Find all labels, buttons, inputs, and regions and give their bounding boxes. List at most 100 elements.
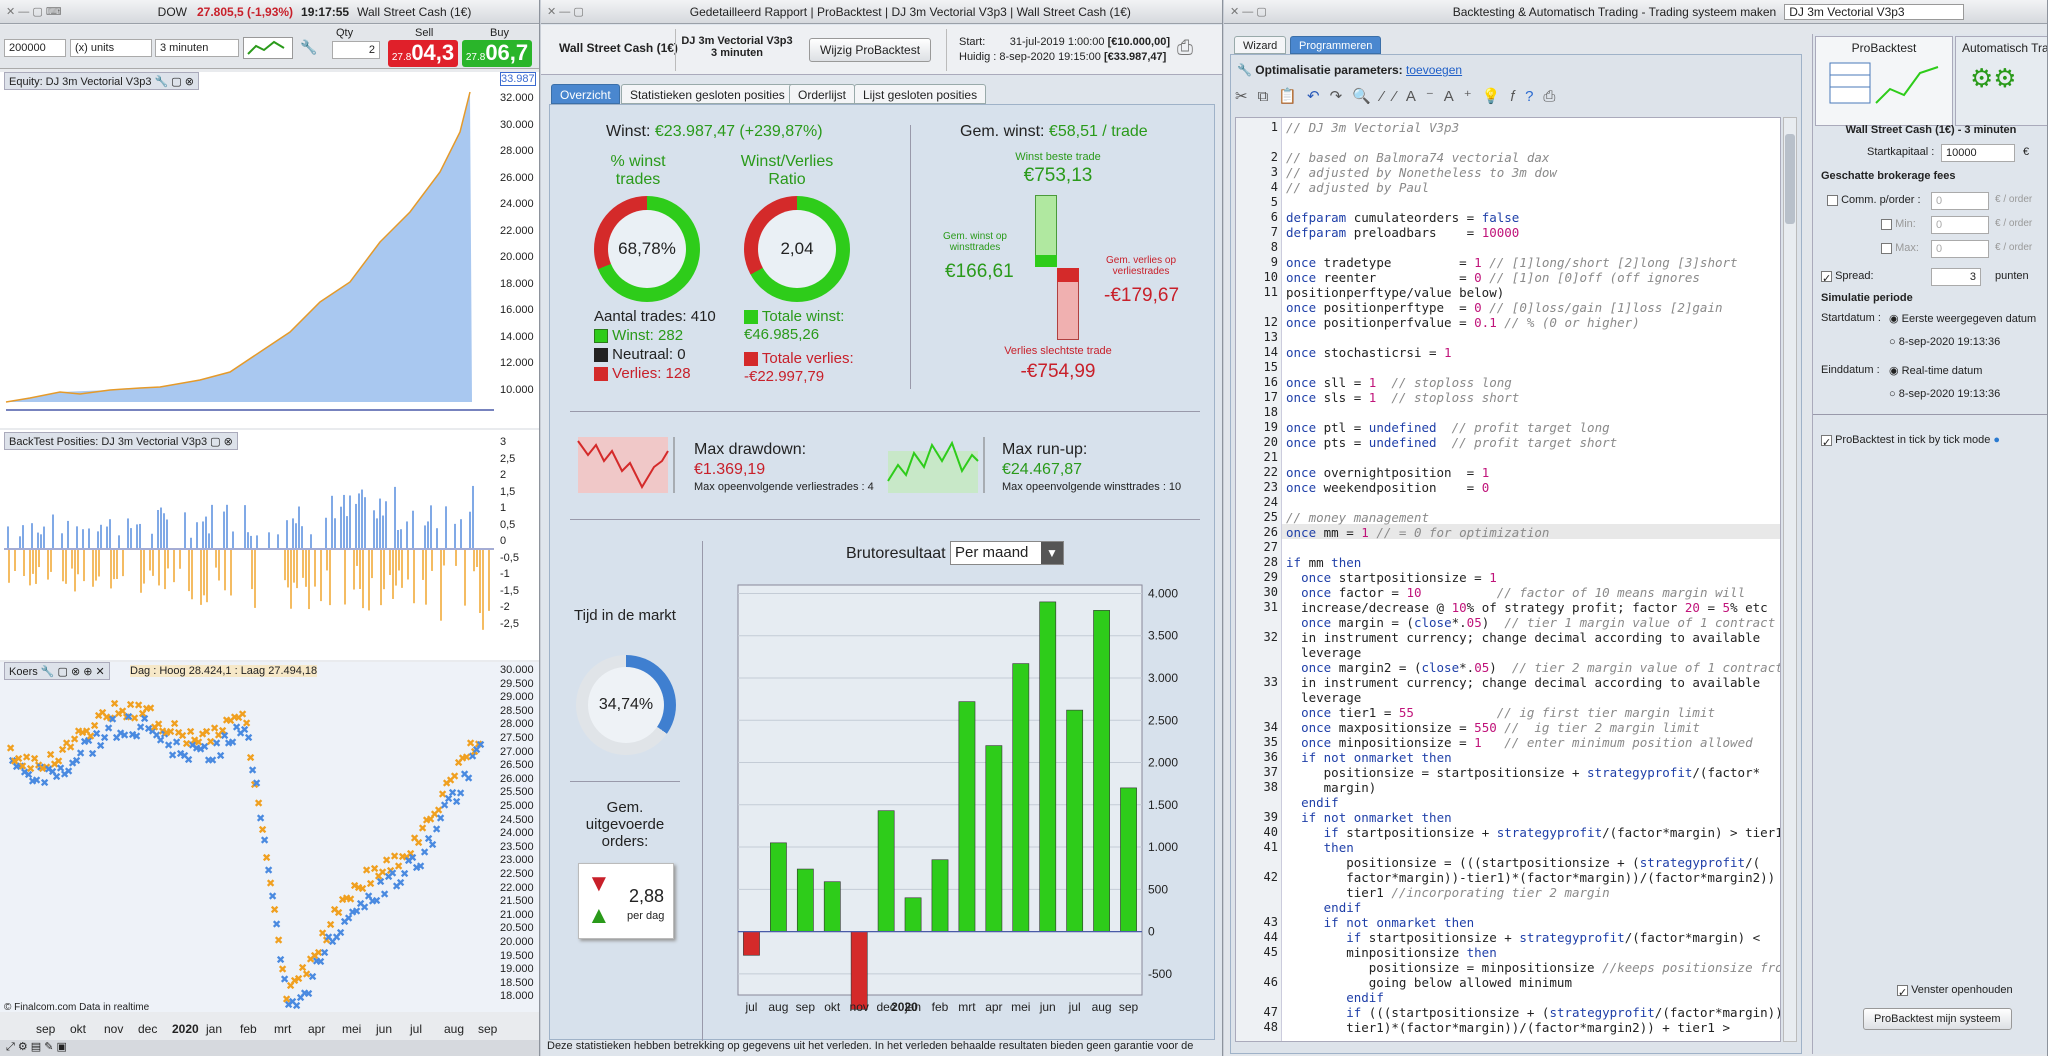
info-icon[interactable]: ● [1993, 434, 2000, 446]
editor-scrollbar[interactable] [1783, 117, 1797, 1042]
copy-icon[interactable]: ⧉ [1258, 88, 1279, 105]
code-line[interactable]: defparam preloadbars = 10000 [1286, 225, 1519, 240]
code-line[interactable]: positionsize = startpositionsize + strat… [1286, 765, 1761, 780]
code-line[interactable]: once stochasticrsi = 1 [1286, 345, 1452, 360]
code-line[interactable]: increase/decrease @ 10% of strategy prof… [1286, 600, 1768, 615]
code-line[interactable]: once sls = 1 // stoploss short [1286, 390, 1519, 405]
code-line[interactable]: once positionperftype = 0 // [0]loss/gai… [1286, 300, 1723, 315]
comm-input[interactable]: 0 [1931, 192, 1989, 210]
quantity-input[interactable]: 200000 [4, 39, 66, 57]
print-icon[interactable]: ⎙ [1177, 37, 1193, 60]
qty-field[interactable]: 2 [332, 41, 380, 59]
max-checkbox[interactable] [1881, 242, 1892, 254]
code-line[interactable]: tier1)*(factor*margin))/(factor*margin2)… [1286, 1020, 1730, 1035]
code-line[interactable]: in instrument currency; change decimal a… [1286, 675, 1760, 690]
code-line[interactable]: positionperftype/value below) [1286, 285, 1504, 300]
font-smaller-icon[interactable]: A⁻ [1406, 88, 1444, 105]
redo-icon[interactable]: ↷ [1330, 88, 1353, 105]
code-line[interactable]: once maxpositionsize = 550 // ig tier 2 … [1286, 720, 1700, 735]
code-line[interactable]: // DJ 3m Vectorial V3p3 [1286, 120, 1459, 135]
min-checkbox[interactable] [1881, 218, 1892, 230]
code-line[interactable]: once pts = undefined // profit target sh… [1286, 435, 1617, 450]
tab-lijst-gesloten[interactable]: Lijst gesloten posities [854, 84, 987, 104]
code-line[interactable]: in instrument currency; change decimal a… [1286, 630, 1760, 645]
period-select[interactable]: Per maand ▼ [950, 541, 1064, 565]
code-line[interactable]: // money management [1286, 510, 1429, 525]
code-line[interactable]: if startpositionsize + strategyprofit/(f… [1286, 825, 1780, 840]
code-line[interactable]: // adjusted by Nonetheless to 3m dow [1286, 165, 1557, 180]
tick-mode-checkbox[interactable]: ✓ [1821, 434, 1832, 449]
code-editor[interactable]: 1 // DJ 3m Vectorial V3p3 2 // based on Bal… [1235, 117, 1781, 1042]
code-line[interactable]: if not onmarket then [1286, 750, 1452, 765]
cut-icon[interactable]: ✂ [1235, 88, 1258, 105]
spread-checkbox[interactable]: ✓ [1821, 270, 1832, 285]
min-input[interactable]: 0 [1931, 216, 1989, 234]
max-input[interactable]: 0 [1931, 240, 1989, 258]
units-select[interactable]: (x) units [70, 39, 152, 57]
code-line[interactable]: if (((startpositionsize + (strategyprofi… [1286, 1005, 1780, 1020]
code-line[interactable]: positionsize = minpositionsize //keeps p… [1286, 960, 1780, 975]
find-icon[interactable]: 🔍 [1352, 88, 1381, 105]
code-line[interactable]: once startpositionsize = 1 [1286, 570, 1497, 585]
code-line[interactable]: going below allowed minimum [1286, 975, 1572, 990]
code-line[interactable]: if not onmarket then [1286, 810, 1452, 825]
kapitaal-input[interactable]: 10000 [1941, 144, 2015, 162]
code-line[interactable]: // based on Balmora74 vectorial dax [1286, 150, 1549, 165]
comm-checkbox[interactable] [1827, 194, 1838, 206]
code-line[interactable]: margin) [1286, 780, 1377, 795]
code-line[interactable]: leverage [1286, 645, 1361, 660]
tab-wizard[interactable]: Wizard [1234, 36, 1287, 54]
code-line[interactable]: once sll = 1 // stoploss long [1286, 375, 1512, 390]
end-opt1[interactable]: ◉ Real-time datum [1889, 364, 1982, 377]
undo-icon[interactable]: ↶ [1307, 88, 1330, 105]
code-line[interactable]: once tradetype = 1 // [1]long/short [2]l… [1286, 255, 1738, 270]
scrollbar-thumb[interactable] [1785, 134, 1795, 224]
spread-input[interactable]: 3 [1931, 268, 1981, 286]
code-line[interactable]: endif [1286, 795, 1339, 810]
run-backtest-button[interactable]: ProBacktest mijn systeem [1863, 1008, 2012, 1030]
interval-select[interactable]: 3 minuten [155, 39, 239, 57]
edit-backtest-button[interactable]: Wijzig ProBacktest [809, 38, 932, 62]
print-editor-icon[interactable]: ⎙ [1543, 88, 1565, 105]
help-icon[interactable]: ? [1525, 88, 1543, 105]
report-window-controls[interactable]: ✕ — ▢ [547, 5, 584, 18]
code-line[interactable]: once mm = 1 // = 0 for optimization [1286, 525, 1549, 540]
code-line[interactable]: once overnightposition = 1 [1286, 465, 1489, 480]
code-line[interactable]: leverage [1286, 690, 1361, 705]
bulb-icon[interactable]: 💡 [1482, 88, 1511, 105]
code-line[interactable]: once tier1 = 55 // ig first tier margin … [1286, 705, 1715, 720]
chart-type-icon[interactable] [243, 37, 293, 59]
tab-automatisch[interactable]: Automatisch Tra ⚙⚙ [1955, 36, 2047, 126]
code-line[interactable]: if startpositionsize + strategyprofit/(f… [1286, 930, 1760, 945]
tab-programmeren[interactable]: Programmeren [1290, 36, 1382, 54]
font-larger-icon[interactable]: A⁺ [1444, 88, 1482, 105]
code-line[interactable]: defparam cumulateorders = false [1286, 210, 1519, 225]
function-icon[interactable]: 𝑓 [1510, 88, 1525, 105]
code-line[interactable]: once weekendposition = 0 [1286, 480, 1489, 495]
paste-icon[interactable]: 📋 [1278, 88, 1307, 105]
code-line[interactable]: once positionperfvalue = 0.1 // % (0 or … [1286, 315, 1640, 330]
window-controls[interactable]: ✕ — ▢ ⌨ [6, 5, 62, 18]
start-opt2[interactable]: ○ 8-sep-2020 19:13:36 [1889, 336, 2000, 348]
code-line[interactable]: // adjusted by Paul [1286, 180, 1429, 195]
sell-button[interactable]: 27.804,3 [388, 40, 458, 67]
start-opt1[interactable]: ◉ Eerste weergegeven datum [1889, 312, 2036, 325]
code-line[interactable]: then [1286, 840, 1354, 855]
code-line[interactable]: once margin = (close*.05) // tier 1 marg… [1286, 615, 1775, 630]
buy-button[interactable]: 27.806,7 [462, 40, 532, 67]
tab-statistieken[interactable]: Statistieken gesloten posities [621, 84, 794, 104]
system-name-field[interactable]: DJ 3m Vectorial V3p3 [1784, 3, 1965, 20]
editor-window-controls[interactable]: ✕ — ▢ [1230, 5, 1267, 18]
end-opt2[interactable]: ○ 8-sep-2020 19:13:36 [1889, 388, 2000, 400]
tab-probacktest[interactable]: ProBacktest [1815, 36, 1953, 126]
code-line[interactable]: endif [1286, 900, 1362, 915]
code-line[interactable]: if not onmarket then [1286, 915, 1475, 930]
code-line[interactable]: factor*margin))-tier1)*(factor*margin))/… [1286, 870, 1780, 885]
code-line[interactable]: once margin2 = (close*.05) // tier 2 mar… [1286, 660, 1780, 675]
code-line[interactable]: once ptl = undefined // profit target lo… [1286, 420, 1610, 435]
format-icon[interactable]: ⁄⁄ [1381, 88, 1406, 105]
toevoegen-link[interactable]: toevoegen [1406, 63, 1462, 77]
code-line[interactable]: if mm then [1286, 555, 1361, 570]
code-line[interactable]: minpositionsize then [1286, 945, 1497, 960]
code-line[interactable]: once factor = 10 // factor of 10 means m… [1286, 585, 1745, 600]
